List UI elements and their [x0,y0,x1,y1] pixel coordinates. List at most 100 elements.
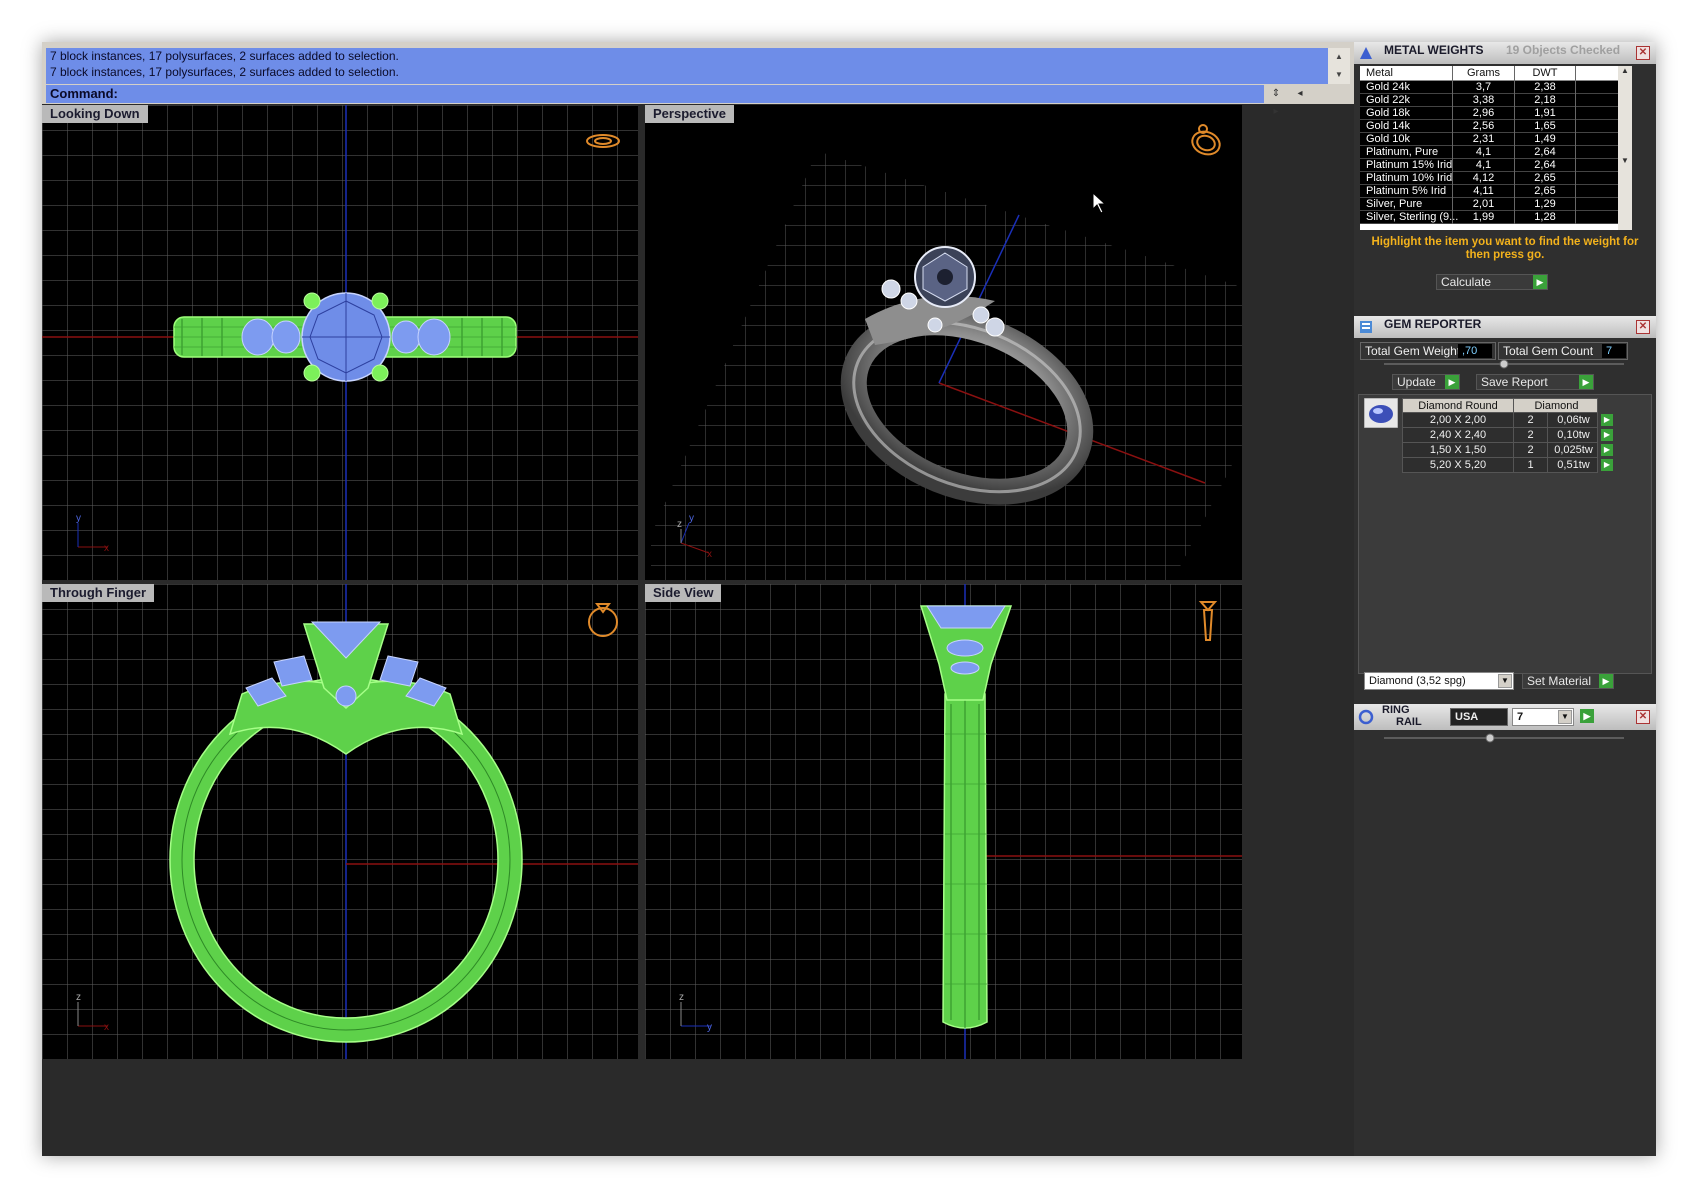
viewport-through-finger[interactable]: x z Through Finger [42,584,638,1059]
table-row[interactable]: Silver, Sterling (9... 1,99 1,28 [1360,211,1618,224]
chevron-down-icon[interactable]: ▼ [1498,674,1512,688]
gem-thumbnail-icon [1364,398,1398,428]
table-cell: 2,65 [1514,172,1576,185]
table-row[interactable]: Platinum 15% Irid 4,1 2,64 [1360,159,1618,172]
axis-label-z: z [679,992,684,1003]
axis-label-x: x [104,1022,109,1033]
go-arrow-icon[interactable]: ▶ [1601,429,1613,441]
viewport-title[interactable]: Looking Down [42,105,148,123]
go-arrow-icon[interactable]: ▶ [1599,674,1613,688]
go-arrow-icon[interactable]: ▶ [1579,375,1593,389]
ring-preview-icon [588,603,618,637]
top-view-model: x y [42,105,638,580]
viewport-perspective[interactable]: x y z Perspective [645,105,1242,580]
scroll-right-icon[interactable]: ▸ [1264,103,1288,121]
table-cell: Platinum 15% Irid [1366,159,1453,171]
table-cell: Gold 18k [1366,107,1411,119]
table-cell: 5,20 X 5,20 [1429,459,1487,471]
table-cell: 2,18 [1514,94,1576,107]
report-icon [1360,321,1372,333]
ring-preview-icon [1198,601,1218,641]
metal-weights-header: METAL WEIGHTS 19 Objects Checked ✕ [1354,42,1656,64]
go-arrow-icon[interactable]: ▶ [1601,414,1613,426]
go-arrow-icon[interactable]: ▶ [1601,459,1613,471]
table-cell: Platinum, Pure [1366,146,1439,158]
table-header: Metal Grams DWT [1360,66,1618,81]
gem-reporter-title: GEM REPORTER [1384,317,1482,331]
table-cell: 2 [1513,428,1547,443]
go-arrow-icon[interactable]: ▶ [1533,275,1547,289]
spin-updown-icon[interactable]: ⇕ [1264,85,1288,103]
table-row[interactable]: Gold 10k 2,31 1,49 [1360,133,1618,146]
axis-label-z: z [76,992,81,1003]
table-row[interactable]: Gold 24k 3,7 2,38 [1360,81,1618,94]
table-cell: 4,12 [1452,172,1514,185]
table-row[interactable]: Platinum, Pure 4,1 2,64 [1360,146,1618,159]
table-cell: 2 [1513,443,1547,458]
table-cell: 3,7 [1452,81,1514,94]
metal-weights-title: METAL WEIGHTS [1384,43,1484,57]
scale-icon [1360,47,1372,59]
scroll-left-icon[interactable]: ◂ [1288,85,1312,103]
go-arrow-icon[interactable]: ▶ [1445,375,1459,389]
viewport-looking-down[interactable]: x y Looking Down [42,105,638,580]
metal-table-scrollbar[interactable]: ▲ ▼ [1618,66,1632,230]
splitter-handle[interactable] [1384,358,1624,370]
table-cell: 4,1 [1452,146,1514,159]
command-area: 7 block instances, 17 polysurfaces, 2 su… [42,42,1354,117]
table-cell: 2,65 [1514,185,1576,198]
set-material-button[interactable]: Set Material ▶ [1522,673,1614,689]
axis-label-y: y [707,1022,712,1033]
side-panel: METAL WEIGHTS 19 Objects Checked ✕ Metal… [1354,42,1656,1156]
go-arrow-icon[interactable]: ▶ [1601,444,1613,456]
command-history-scrollbar[interactable]: ▲ ▼ [1328,48,1350,84]
table-cell: Gold 14k [1366,120,1411,132]
table-row[interactable]: 1,50 X 1,50 2 0,025tw ▶ [1402,443,1613,458]
ring-size-dropdown[interactable]: 7 ▼ [1512,708,1574,726]
table-row[interactable]: Platinum 10% Irid 4,12 2,65 [1360,172,1618,185]
viewport-side-view[interactable]: y z Side View [645,584,1242,1059]
close-icon[interactable]: ✕ [1636,710,1650,724]
viewport-title[interactable]: Perspective [645,105,734,123]
go-arrow-icon[interactable]: ▶ [1580,709,1594,723]
ring-preview-icon [586,134,620,148]
total-gem-weight-value[interactable]: ,70 [1458,344,1492,358]
axis-gizmo: y z [679,992,712,1033]
table-row[interactable]: Gold 22k 3,38 2,18 [1360,94,1618,107]
ring-preview-icon [1191,124,1221,156]
save-report-button[interactable]: Save Report ▶ [1476,374,1594,390]
table-cell: 1 [1513,458,1547,473]
update-button[interactable]: Update ▶ [1392,374,1460,390]
viewport-title[interactable]: Side View [645,584,722,602]
table-cell: 2 [1513,413,1547,428]
table-cell: 1,49 [1514,133,1576,146]
table-cell: 4,1 [1452,159,1514,172]
calculate-button[interactable]: Calculate ▶ [1436,274,1548,290]
total-gem-count-value[interactable]: 7 [1602,344,1626,358]
table-row[interactable]: Gold 14k 2,56 1,65 [1360,120,1618,133]
table-cell: 2,38 [1514,81,1576,94]
gem-report-table: Diamond Round Diamond 2,00 X 2,00 2 0,06tw… [1402,398,1613,473]
table-row[interactable]: Platinum 5% Irid 4,11 2,65 [1360,185,1618,198]
objects-checked-status: 19 Objects Checked [1506,43,1621,57]
splitter-handle[interactable] [1384,732,1624,744]
command-input[interactable] [126,86,1246,102]
close-icon[interactable]: ✕ [1636,320,1650,334]
table-row[interactable]: 5,20 X 5,20 1 0,51tw ▶ [1402,458,1613,473]
table-cell: 1,50 X 1,50 [1429,444,1487,456]
center-stone-top [301,292,391,382]
table-row[interactable]: Silver, Pure 2,01 1,29 [1360,198,1618,211]
table-cell: 1,65 [1514,120,1576,133]
country-dropdown[interactable]: USA [1450,708,1508,726]
close-icon[interactable]: ✕ [1636,46,1650,60]
table-row[interactable]: 2,40 X 2,40 2 0,10tw ▶ [1402,428,1613,443]
front-view-model: x z [76,584,638,1059]
command-nav: ⇕ ◂▸ [1264,85,1354,117]
material-dropdown[interactable]: Diamond (3,52 spg) ▼ [1364,672,1514,690]
chevron-down-icon[interactable]: ▼ [1558,710,1572,724]
table-row[interactable]: 2,00 X 2,00 2 0,06tw ▶ [1402,413,1613,428]
table-row[interactable]: Gold 18k 2,96 1,91 [1360,107,1618,120]
table-cell: 2,01 [1452,198,1514,211]
table-cell: Silver, Sterling (9... [1366,211,1459,223]
viewport-title[interactable]: Through Finger [42,584,155,602]
